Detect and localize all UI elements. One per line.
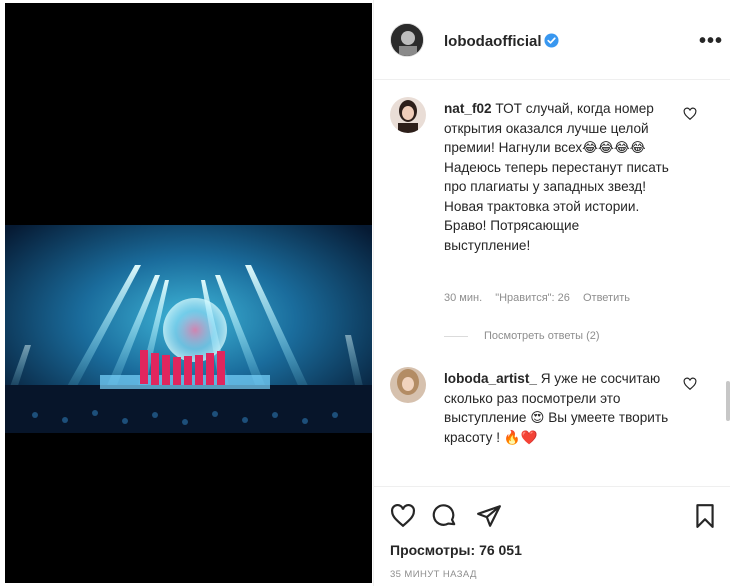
heart-icon[interactable] xyxy=(390,503,416,529)
comment-text: loboda_artist_ Я уже не сосчитаю сколько… xyxy=(444,369,669,447)
bookmark-icon[interactable] xyxy=(692,503,718,529)
share-icon[interactable] xyxy=(476,503,502,529)
post-timestamp[interactable]: 35 минут назад xyxy=(390,569,477,580)
comment-username[interactable]: loboda_artist_ xyxy=(444,371,537,386)
video-frame[interactable] xyxy=(5,225,372,433)
comment-item: nat_f02 ТОТ случай, когда номер открытия… xyxy=(374,97,730,357)
comment-body: ТОТ случай, когда номер открытия оказалс… xyxy=(444,101,669,253)
commenter-avatar[interactable] xyxy=(390,367,426,403)
views-count: Просмотры: 76 051 xyxy=(390,542,522,558)
views-value: 76 051 xyxy=(479,542,522,558)
concert-stage-image xyxy=(5,225,372,433)
scrollbar[interactable] xyxy=(726,381,730,421)
author-username[interactable]: lobodaofficial xyxy=(444,33,542,50)
view-replies-button[interactable]: Посмотреть ответы (2) xyxy=(444,330,600,342)
author-avatar[interactable] xyxy=(390,23,424,57)
heart-icon[interactable] xyxy=(683,107,697,121)
heart-icon[interactable] xyxy=(683,377,697,391)
commenter-avatar[interactable] xyxy=(390,97,426,133)
comment-icon[interactable] xyxy=(432,503,458,529)
verified-icon xyxy=(544,33,559,48)
post-sidebar: lobodaofficial ••• nat_f02 ТОТ случай, к… xyxy=(373,0,730,586)
comment-meta: 30 мин. "Нравится": 26 Ответить xyxy=(444,292,640,304)
comment-time: 30 мин. xyxy=(444,292,483,304)
comment-likes[interactable]: "Нравится": 26 xyxy=(495,292,570,304)
comments-list[interactable]: nat_f02 ТОТ случай, когда номер открытия… xyxy=(374,81,730,486)
comment-text: nat_f02 ТОТ случай, когда номер открытия… xyxy=(444,99,669,255)
comment-username[interactable]: nat_f02 xyxy=(444,101,492,116)
reply-button[interactable]: Ответить xyxy=(583,292,630,304)
post-actions: Просмотры: 76 051 35 минут назад xyxy=(374,486,730,586)
comment-item: loboda_artist_ Я уже не сосчитаю сколько… xyxy=(374,367,730,477)
replies-divider xyxy=(444,335,468,337)
more-icon[interactable]: ••• xyxy=(699,30,723,53)
post-modal: lobodaofficial ••• nat_f02 ТОТ случай, к… xyxy=(0,0,730,586)
views-label: Просмотры: xyxy=(390,542,476,558)
video-player[interactable] xyxy=(5,3,372,583)
view-replies-label[interactable]: Посмотреть ответы (2) xyxy=(484,330,600,342)
post-header: lobodaofficial ••• xyxy=(374,0,730,80)
